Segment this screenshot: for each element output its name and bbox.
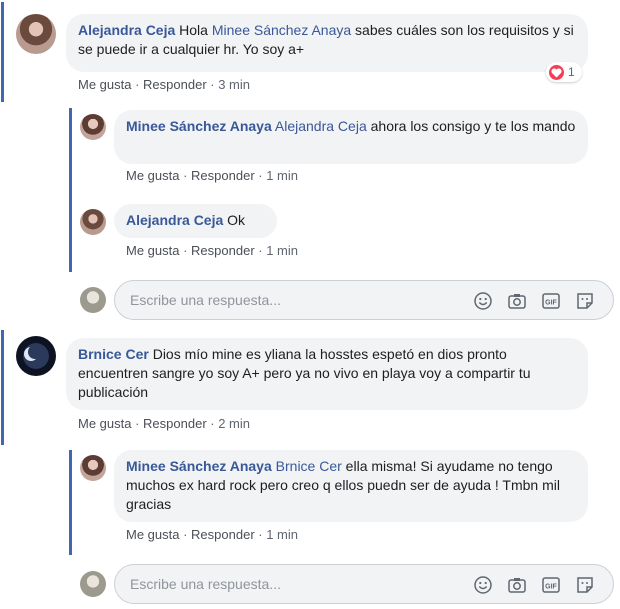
comment-actions: Me gusta · Responder · 2 min (78, 416, 250, 431)
reply-placeholder: Escribe una respuesta... (130, 292, 281, 308)
sticker-icon[interactable] (575, 575, 595, 595)
avatar[interactable] (16, 14, 56, 54)
separator: · (179, 168, 192, 183)
reaction-badge[interactable]: 1 (546, 62, 582, 82)
camera-icon[interactable] (507, 291, 527, 311)
reaction-count: 1 (568, 65, 575, 79)
reply-placeholder: Escribe una respuesta... (130, 576, 281, 592)
timestamp[interactable]: 1 min (266, 243, 298, 258)
avatar (80, 287, 106, 313)
reply-bubble: Alejandra Ceja Ok (114, 204, 277, 238)
comment-actions: Me gusta · Responder · 3 min (78, 77, 250, 92)
like-link[interactable]: Me gusta (126, 243, 179, 258)
separator: · (131, 77, 144, 92)
timestamp[interactable]: 1 min (266, 168, 298, 183)
reply-bubble: Minee Sánchez Anaya Brnice Cer ella mism… (114, 450, 588, 522)
reply-actions: Me gusta · Responder · 1 min (126, 243, 298, 258)
reply-input[interactable]: Escribe una respuesta... GIF (114, 280, 614, 320)
reply-author[interactable]: Alejandra Ceja (126, 212, 223, 228)
separator: · (179, 243, 192, 258)
reply-link[interactable]: Responder (143, 416, 207, 431)
comment-text-prefix: Hola (175, 22, 212, 38)
reply-author[interactable]: Minee Sánchez Anaya (126, 118, 272, 134)
thread-line-reply-2 (69, 450, 72, 555)
thread-line-2 (1, 330, 4, 445)
gif-icon[interactable]: GIF (541, 291, 561, 311)
timestamp[interactable]: 1 min (266, 527, 298, 542)
reply-text: ahora los consigo y te los mando (366, 118, 576, 134)
separator: · (254, 527, 267, 542)
reply-actions: Me gusta · Responder · 1 min (126, 527, 298, 542)
reply-link[interactable]: Responder (191, 243, 255, 258)
avatar[interactable] (16, 336, 56, 376)
separator: · (131, 416, 144, 431)
sticker-icon[interactable] (575, 291, 595, 311)
comment-bubble: Alejandra Ceja Hola Minee Sánchez Anaya … (66, 14, 588, 72)
svg-text:GIF: GIF (545, 584, 557, 591)
reply-actions: Me gusta · Responder · 1 min (126, 168, 298, 183)
mention-link[interactable]: Alejandra Ceja (275, 118, 367, 134)
camera-icon[interactable] (507, 575, 527, 595)
timestamp[interactable]: 2 min (218, 416, 250, 431)
comment-author[interactable]: Brnice Cer (78, 346, 149, 362)
emoji-icon[interactable] (473, 575, 493, 595)
thread-line-1 (1, 2, 4, 102)
heart-icon (549, 65, 564, 80)
emoji-icon[interactable] (473, 291, 493, 311)
timestamp[interactable]: 3 min (218, 77, 250, 92)
separator: · (206, 416, 219, 431)
comment-author[interactable]: Alejandra Ceja (78, 22, 175, 38)
reply-link[interactable]: Responder (191, 527, 255, 542)
gif-icon[interactable]: GIF (541, 575, 561, 595)
like-link[interactable]: Me gusta (126, 168, 179, 183)
reply-text: Ok (223, 212, 246, 228)
separator: · (206, 77, 219, 92)
like-link[interactable]: Me gusta (78, 77, 131, 92)
reply-link[interactable]: Responder (143, 77, 207, 92)
reply-input[interactable]: Escribe una respuesta... GIF (114, 564, 614, 604)
reply-author[interactable]: Minee Sánchez Anaya (126, 458, 272, 474)
comment-bubble: Brnice Cer Dios mío mine es yliana la ho… (66, 338, 588, 410)
avatar[interactable] (80, 209, 106, 235)
avatar[interactable] (80, 114, 106, 140)
mention-link[interactable]: Brnice Cer (276, 458, 342, 474)
separator: · (254, 168, 267, 183)
mention-link[interactable]: Minee Sánchez Anaya (212, 22, 351, 38)
reply-link[interactable]: Responder (191, 168, 255, 183)
reply-bubble: Minee Sánchez Anaya Alejandra Ceja ahora… (114, 110, 588, 164)
like-link[interactable]: Me gusta (78, 416, 131, 431)
thread-line-reply-1 (69, 108, 72, 272)
avatar (80, 571, 106, 597)
like-link[interactable]: Me gusta (126, 527, 179, 542)
separator: · (254, 243, 267, 258)
separator: · (179, 527, 192, 542)
avatar[interactable] (80, 455, 106, 481)
svg-text:GIF: GIF (545, 300, 557, 307)
